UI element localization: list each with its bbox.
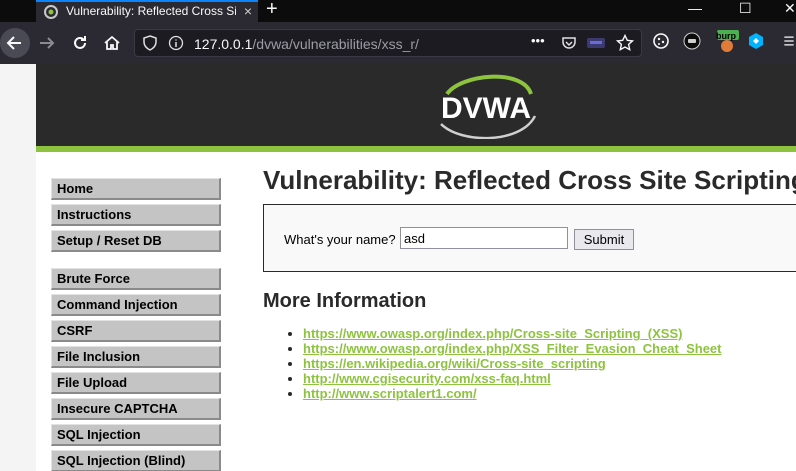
new-tab-button[interactable]: + bbox=[266, 0, 278, 19]
dark-extension-icon[interactable] bbox=[681, 30, 703, 52]
list-item: http://www.cgisecurity.com/xss-faq.html bbox=[303, 371, 722, 386]
blue-extension-icon[interactable] bbox=[745, 30, 767, 52]
menu-item-sql-injection-blind[interactable]: SQL Injection (Blind) bbox=[51, 450, 221, 471]
tab-close-icon[interactable]: × bbox=[244, 3, 252, 19]
list-item: https://www.owasp.org/index.php/Cross-si… bbox=[303, 326, 722, 341]
tab-title: Vulnerability: Reflected Cross Site Scri… bbox=[66, 4, 236, 18]
menu-item-setup-reset-db[interactable]: Setup / Reset DB bbox=[51, 230, 221, 252]
info-icon[interactable] bbox=[168, 35, 184, 56]
menu-item-file-upload[interactable]: File Upload bbox=[51, 372, 221, 394]
reference-link[interactable]: https://www.owasp.org/index.php/XSS_Filt… bbox=[303, 341, 722, 356]
menu-item-sql-injection[interactable]: SQL Injection bbox=[51, 424, 221, 446]
burp-badge: burp bbox=[716, 31, 736, 41]
reference-link[interactable]: https://en.wikipedia.org/wiki/Cross-site… bbox=[303, 356, 606, 371]
reload-button[interactable] bbox=[67, 30, 93, 56]
site-header: DVWA bbox=[36, 64, 796, 152]
reference-link[interactable]: https://www.owasp.org/index.php/Cross-si… bbox=[303, 326, 682, 341]
bookmark-star-icon[interactable] bbox=[615, 33, 635, 57]
name-label: What's your name? bbox=[284, 232, 396, 247]
shield-icon[interactable] bbox=[142, 35, 158, 56]
overflow-menu-icon[interactable] bbox=[782, 30, 796, 52]
logo-text: DVWA bbox=[441, 92, 531, 125]
tab-strip: Vulnerability: Reflected Cross Site Scri… bbox=[0, 0, 796, 22]
header-accent-stripe bbox=[36, 146, 796, 152]
pocket-icon[interactable] bbox=[561, 35, 577, 56]
navigation-toolbar: 127.0.0.1/dvwa/vulnerabilities/xss_r/ ••… bbox=[0, 22, 796, 64]
page-actions-icon[interactable]: ••• bbox=[531, 33, 545, 48]
menu-group-vulnerabilities: Brute Force Command Injection CSRF File … bbox=[51, 268, 221, 471]
menu-item-file-inclusion[interactable]: File Inclusion bbox=[51, 346, 221, 368]
menu-item-csrf[interactable]: CSRF bbox=[51, 320, 221, 342]
page-title: Vulnerability: Reflected Cross Site Scri… bbox=[263, 165, 796, 195]
window-maximize-button[interactable]: ☐ bbox=[739, 0, 752, 16]
reader-ext-icon[interactable] bbox=[587, 36, 605, 55]
back-arrow-icon bbox=[6, 36, 21, 50]
list-item: http://www.scriptalert1.com/ bbox=[303, 386, 722, 401]
forward-button[interactable] bbox=[34, 30, 60, 56]
home-icon bbox=[104, 35, 120, 50]
menu-item-insecure-captcha[interactable]: Insecure CAPTCHA bbox=[51, 398, 221, 420]
reload-icon bbox=[74, 36, 86, 49]
url-host: 127.0.0.1 bbox=[194, 36, 253, 52]
url-text: 127.0.0.1/dvwa/vulnerabilities/xss_r/ bbox=[194, 36, 419, 52]
back-button[interactable] bbox=[0, 28, 30, 58]
xss-form-box: What's your name? Submit bbox=[263, 204, 796, 272]
reference-link[interactable]: http://www.cgisecurity.com/xss-faq.html bbox=[303, 371, 551, 386]
menu-item-home[interactable]: Home bbox=[51, 178, 221, 200]
dvwa-favicon-icon bbox=[44, 5, 58, 19]
active-tab[interactable]: Vulnerability: Reflected Cross Site Scri… bbox=[36, 0, 258, 22]
submit-button[interactable]: Submit bbox=[574, 229, 634, 250]
dvwa-container: DVWA Home Instructions Setup / Reset DB … bbox=[36, 64, 796, 471]
window-close-button[interactable]: ✕ bbox=[784, 0, 796, 16]
home-button[interactable] bbox=[99, 30, 125, 56]
cookie-extension-icon[interactable] bbox=[650, 30, 672, 52]
reference-links-list: https://www.owasp.org/index.php/Cross-si… bbox=[285, 326, 722, 401]
menu-group-general: Home Instructions Setup / Reset DB bbox=[51, 178, 221, 252]
menu-item-command-injection[interactable]: Command Injection bbox=[51, 294, 221, 316]
address-bar[interactable]: 127.0.0.1/dvwa/vulnerabilities/xss_r/ ••… bbox=[134, 29, 642, 57]
sidebar-menu: Home Instructions Setup / Reset DB Brute… bbox=[51, 178, 221, 471]
url-path: /dvwa/vulnerabilities/xss_r/ bbox=[252, 36, 419, 52]
reference-link[interactable]: http://www.scriptalert1.com/ bbox=[303, 386, 477, 401]
burp-proxy-extension-icon[interactable]: burp bbox=[713, 30, 741, 52]
page-viewport: DVWA Home Instructions Setup / Reset DB … bbox=[0, 64, 796, 471]
dvwa-logo: DVWA bbox=[440, 74, 537, 139]
name-input[interactable] bbox=[400, 227, 568, 249]
menu-item-instructions[interactable]: Instructions bbox=[51, 204, 221, 226]
list-item: https://en.wikipedia.org/wiki/Cross-site… bbox=[303, 356, 722, 371]
window-minimize-button[interactable]: — bbox=[688, 0, 702, 16]
menu-item-brute-force[interactable]: Brute Force bbox=[51, 268, 221, 290]
more-information-heading: More Information bbox=[263, 290, 427, 312]
forward-arrow-icon bbox=[40, 37, 55, 49]
list-item: https://www.owasp.org/index.php/XSS_Filt… bbox=[303, 341, 722, 356]
main-body: Vulnerability: Reflected Cross Site Scri… bbox=[263, 164, 796, 401]
